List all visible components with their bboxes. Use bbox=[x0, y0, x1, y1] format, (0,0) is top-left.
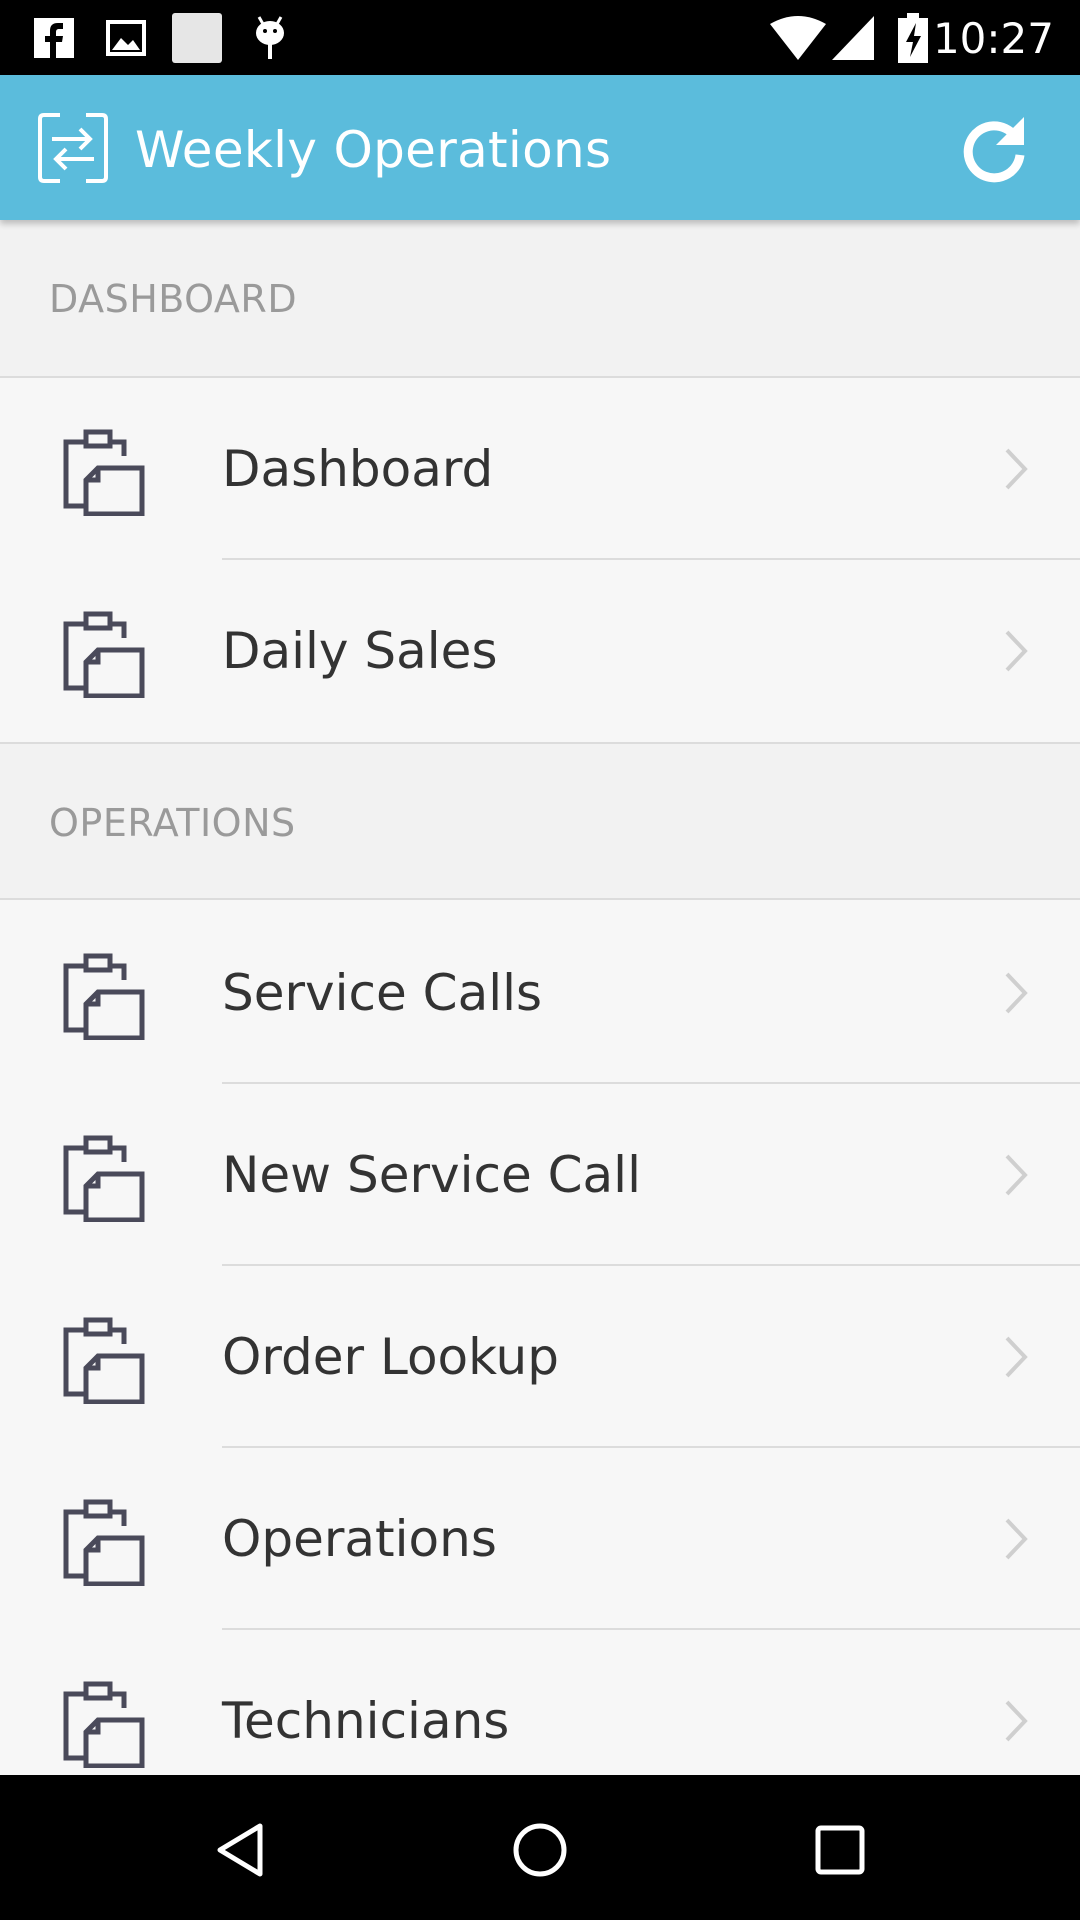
facebook-icon bbox=[34, 0, 74, 75]
back-icon bbox=[217, 1823, 263, 1877]
chevron-right-icon bbox=[1005, 1154, 1028, 1196]
menu-item-technicians[interactable]: Technicians bbox=[0, 1630, 1080, 1775]
navigation-bar bbox=[0, 1775, 1080, 1920]
clipboard-icon bbox=[63, 1317, 145, 1404]
chevron-right-icon bbox=[1005, 1518, 1028, 1560]
chevron-right-icon bbox=[1005, 1700, 1028, 1742]
clipboard-icon bbox=[63, 429, 145, 516]
blank-notification-icon bbox=[172, 0, 222, 75]
home-button[interactable] bbox=[495, 1805, 585, 1895]
clipboard-icon bbox=[63, 1681, 145, 1768]
section-header-label: OPERATIONS bbox=[49, 801, 296, 845]
status-time: 10:27 bbox=[932, 14, 1054, 63]
menu-item-operations[interactable]: Operations bbox=[0, 1448, 1080, 1630]
chevron-right-icon bbox=[1005, 972, 1028, 1014]
clipboard-icon bbox=[63, 1499, 145, 1586]
clipboard-icon bbox=[63, 611, 145, 698]
status-bar: 10:27 bbox=[0, 0, 1080, 75]
android-debug-icon bbox=[250, 0, 290, 75]
menu-item-daily-sales[interactable]: Daily Sales bbox=[0, 560, 1080, 742]
menu-item-label: Daily Sales bbox=[222, 622, 498, 680]
menu-item-label: Operations bbox=[222, 1510, 497, 1568]
cell-signal-icon bbox=[832, 0, 874, 75]
back-button[interactable] bbox=[195, 1805, 285, 1895]
recents-button[interactable] bbox=[795, 1805, 885, 1895]
menu-item-label: Order Lookup bbox=[222, 1328, 559, 1386]
menu-item-service-calls[interactable]: Service Calls bbox=[0, 902, 1080, 1084]
image-icon bbox=[106, 0, 146, 75]
recents-icon bbox=[815, 1825, 865, 1875]
refresh-button[interactable] bbox=[956, 111, 1032, 187]
battery-charging-icon bbox=[898, 0, 928, 75]
page-title: Weekly Operations bbox=[135, 121, 612, 179]
menu-item-label: New Service Call bbox=[222, 1146, 641, 1204]
menu-item-new-service-call[interactable]: New Service Call bbox=[0, 1084, 1080, 1266]
chevron-right-icon bbox=[1005, 448, 1028, 490]
refresh-icon bbox=[963, 117, 1025, 183]
swap-arrows-icon bbox=[36, 111, 110, 185]
chevron-right-icon bbox=[1005, 1336, 1028, 1378]
menu-list: DASHBOARD Dashboard Daily Sales OPERATIO… bbox=[0, 220, 1080, 1775]
wifi-icon bbox=[770, 0, 826, 75]
section-header-dashboard: DASHBOARD bbox=[0, 220, 1080, 378]
section-header-label: DASHBOARD bbox=[49, 277, 298, 321]
section-header-operations: OPERATIONS bbox=[0, 742, 1080, 900]
menu-item-dashboard[interactable]: Dashboard bbox=[0, 378, 1080, 560]
chevron-right-icon bbox=[1005, 630, 1028, 672]
home-icon bbox=[513, 1823, 567, 1877]
clipboard-icon bbox=[63, 953, 145, 1040]
clipboard-icon bbox=[63, 1135, 145, 1222]
menu-item-label: Service Calls bbox=[222, 964, 543, 1022]
menu-item-order-lookup[interactable]: Order Lookup bbox=[0, 1266, 1080, 1448]
menu-item-label: Technicians bbox=[222, 1692, 510, 1750]
app-bar: Weekly Operations bbox=[0, 75, 1080, 220]
menu-item-label: Dashboard bbox=[222, 440, 494, 498]
